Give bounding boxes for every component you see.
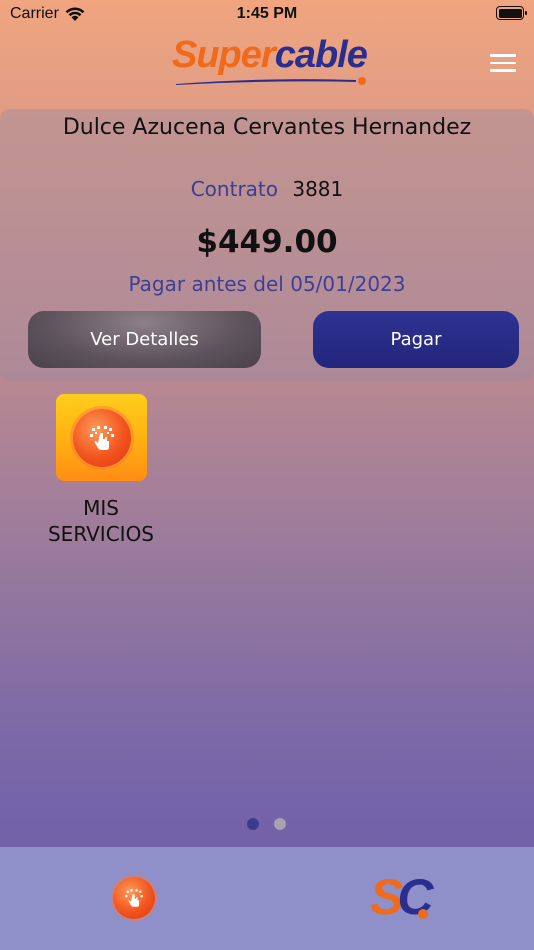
account-summary-card: Dulce Azucena Cervantes Hernandez Contra… — [0, 109, 534, 381]
logo-text-super: Super — [172, 34, 276, 76]
due-date: Pagar antes del 05/01/2023 — [128, 272, 406, 296]
sc-logo-dot — [418, 909, 428, 919]
hamburger-menu-icon[interactable] — [490, 54, 516, 72]
network-hand-icon — [125, 889, 143, 907]
bottom-tab-bar: SC — [0, 847, 534, 950]
battery-icon — [496, 6, 527, 20]
supercable-logo: Supercable — [172, 34, 368, 76]
sc-logo-s: S — [370, 869, 403, 925]
service-label: MIS SERVICIOS — [47, 496, 154, 546]
page-dot-2[interactable] — [274, 818, 286, 830]
tab-services[interactable] — [113, 877, 155, 919]
page-indicator — [247, 818, 286, 830]
logo-swoosh-icon — [176, 77, 366, 85]
page-dot-1[interactable] — [247, 818, 259, 830]
contract-number: 3881 — [292, 177, 344, 201]
services-orb-icon — [72, 408, 131, 467]
view-details-button[interactable]: Ver Detalles — [28, 311, 261, 368]
service-icon-box — [56, 394, 147, 481]
customer-name: Dulce Azucena Cervantes Hernandez — [62, 115, 472, 140]
pay-button[interactable]: Pagar — [313, 311, 519, 368]
contract-row: Contrato 3881 — [0, 177, 534, 201]
contract-label: Contrato — [190, 177, 278, 201]
amount-due: $449.00 — [196, 224, 338, 260]
status-time: 1:45 PM — [236, 5, 298, 22]
app-header: Supercable — [0, 30, 534, 90]
services-tab-icon — [113, 877, 155, 919]
network-hand-icon — [89, 425, 114, 450]
logo-text-cable: cable — [274, 34, 368, 76]
status-bar: Carrier 1:45 PM — [0, 0, 534, 28]
tab-home-sc-logo[interactable]: SC — [370, 865, 434, 929]
